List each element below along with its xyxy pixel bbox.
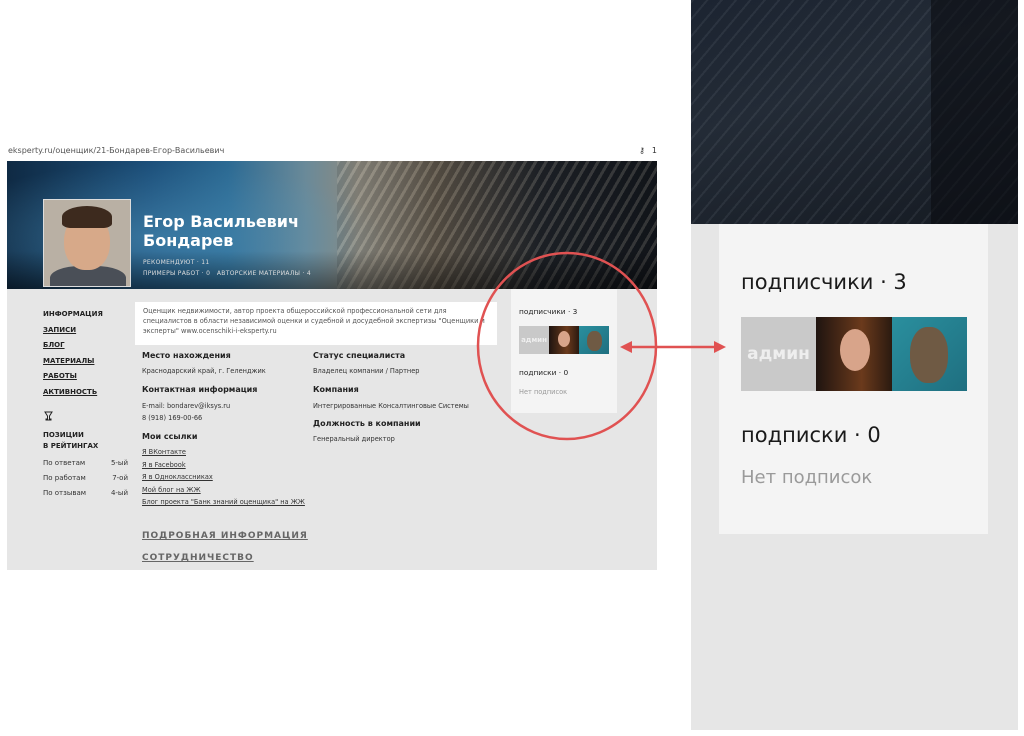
zoomed-following-title[interactable]: подписки · 0 bbox=[741, 423, 881, 447]
profile-nav: ИНФОРМАЦИЯ ЗАПИСИ БЛОГ МАТЕРИАЛЫ РАБОТЫ … bbox=[43, 308, 103, 401]
follower-man[interactable] bbox=[549, 326, 579, 354]
email-value[interactable]: E-mail: bondarev@iksys.ru bbox=[142, 401, 230, 412]
zoomed-detail: подписчики · 3 админ подписки · 0 Нет по… bbox=[691, 0, 1018, 730]
position-heading: Должность в компании bbox=[313, 419, 421, 428]
status-heading: Статус специалиста bbox=[313, 351, 406, 360]
rating-row: По ответам 5-ый bbox=[43, 459, 128, 467]
nav-posts[interactable]: ЗАПИСИ bbox=[43, 324, 103, 340]
contacts-heading: Контактная информация bbox=[142, 385, 258, 394]
materials-count[interactable]: АВТОРСКИЕ МАТЕРИАЛЫ · 4 bbox=[217, 270, 311, 277]
rating-row: По отзывам 4-ый bbox=[43, 489, 128, 497]
no-following-text: Нет подписок bbox=[519, 388, 568, 396]
link-vk[interactable]: Я ВКонтакте bbox=[142, 446, 332, 459]
zoomed-followers-title[interactable]: подписчики · 3 bbox=[741, 270, 907, 294]
followers-title[interactable]: подписчики · 3 bbox=[519, 307, 577, 316]
link-knowledge-bank[interactable]: Блог проекта "Банк знаний оценщика" на Ж… bbox=[142, 496, 332, 509]
zoomed-followers-thumbs: админ bbox=[741, 317, 967, 391]
link-lj-blog[interactable]: Мой блог на ЖЖ bbox=[142, 484, 332, 497]
nav-info[interactable]: ИНФОРМАЦИЯ bbox=[43, 308, 103, 324]
company-heading: Компания bbox=[313, 385, 359, 394]
rating-row: По работам 7-ой bbox=[43, 474, 128, 482]
follower-dog[interactable] bbox=[579, 326, 609, 354]
location-value: Краснодарский край, г. Геленджик bbox=[142, 367, 266, 375]
link-ok[interactable]: Я в Одноклассниках bbox=[142, 471, 332, 484]
profile-bio: Оценщик недвижимости, автор проекта обще… bbox=[135, 302, 497, 345]
follower-admin[interactable]: админ bbox=[519, 326, 549, 354]
zoomed-cover-image bbox=[691, 0, 1018, 224]
more-info-link[interactable]: ПОДРОБНАЯ ИНФОРМАЦИЯ bbox=[142, 531, 308, 541]
position-value: Генеральный директор bbox=[313, 435, 395, 443]
works-stats: ПРИМЕРЫ РАБОТ · 0 АВТОРСКИЕ МАТЕРИАЛЫ · … bbox=[143, 270, 311, 277]
avatar[interactable] bbox=[43, 199, 131, 287]
annotated-screenshot: eksperty.ru/оценщик/21-Бондарев-Егор-Вас… bbox=[0, 0, 1024, 736]
nav-blog[interactable]: БЛОГ bbox=[43, 339, 103, 355]
profile-name: Егор Васильевич Бондарев bbox=[143, 212, 299, 250]
zoomed-follower-man[interactable] bbox=[816, 317, 892, 391]
location-heading: Место нахождения bbox=[142, 351, 231, 360]
profile-page-screenshot: eksperty.ru/оценщик/21-Бондарев-Егор-Вас… bbox=[7, 143, 657, 570]
nav-activity[interactable]: АКТИВНОСТЬ bbox=[43, 386, 103, 402]
phone-value: 8 (918) 169-00-66 bbox=[142, 414, 203, 422]
address-bar[interactable]: eksperty.ru/оценщик/21-Бондарев-Егор-Вас… bbox=[7, 143, 657, 161]
examples-count[interactable]: ПРИМЕРЫ РАБОТ · 0 bbox=[143, 270, 210, 277]
company-value: Интегрированные Консалтинговые Системы bbox=[313, 402, 469, 410]
nav-materials[interactable]: МАТЕРИАЛЫ bbox=[43, 355, 103, 371]
recommend-count[interactable]: РЕКОМЕНДУЮТ · 11 bbox=[143, 259, 210, 266]
links-heading: Мои ссылки bbox=[142, 432, 198, 441]
status-value: Владелец компании / Партнер bbox=[313, 367, 420, 375]
zoomed-follower-admin[interactable]: админ bbox=[741, 317, 816, 391]
address-url: eksperty.ru/оценщик/21-Бондарев-Егор-Вас… bbox=[8, 146, 225, 155]
zoomed-follower-dog[interactable] bbox=[892, 317, 967, 391]
nav-works[interactable]: РАБОТЫ bbox=[43, 370, 103, 386]
following-title[interactable]: подписки · 0 bbox=[519, 368, 568, 377]
key-icon[interactable]: ⚷ bbox=[639, 143, 645, 159]
followers-thumbs: админ bbox=[519, 326, 609, 354]
followers-card: подписчики · 3 админ подписки · 0 Нет по… bbox=[511, 289, 617, 413]
link-facebook[interactable]: Я в Facebook bbox=[142, 459, 332, 472]
ratings-title: ПОЗИЦИИ В РЕЙТИНГАХ bbox=[43, 431, 99, 450]
zoomed-no-following-text: Нет подписок bbox=[741, 467, 873, 488]
trophy-icon bbox=[44, 411, 53, 421]
address-digit: 1 bbox=[651, 146, 657, 155]
cooperation-link[interactable]: СОТРУДНИЧЕСТВО bbox=[142, 553, 254, 563]
zoomed-followers-card: подписчики · 3 админ подписки · 0 Нет по… bbox=[719, 224, 988, 534]
